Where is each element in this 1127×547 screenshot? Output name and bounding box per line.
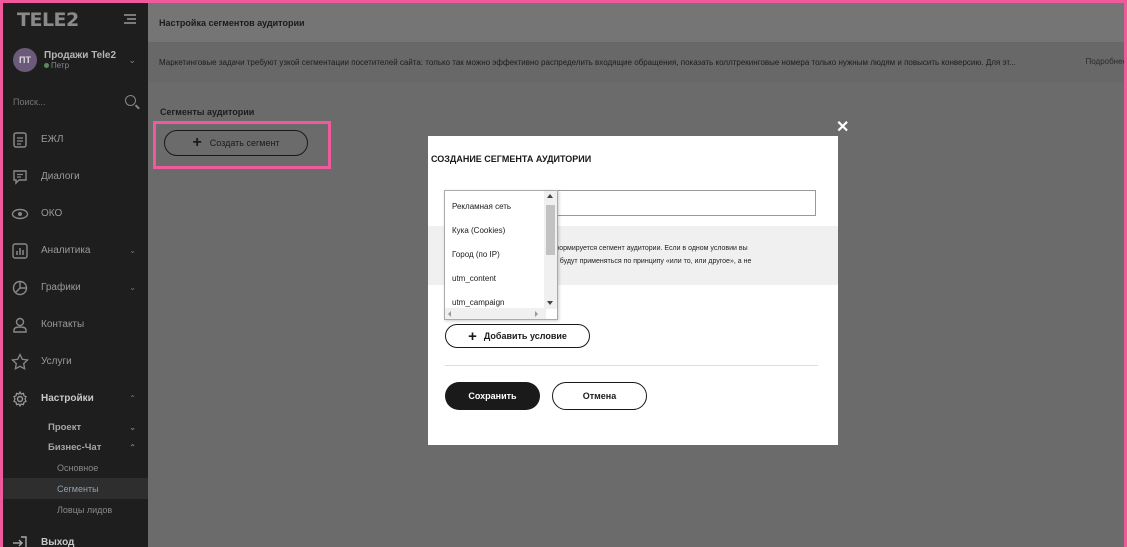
online-dot-icon [44,63,49,68]
chevron-down-icon: ⌄ [128,55,136,65]
sidebar-item-label: Аналитика [41,245,91,256]
logo-row: TELE2 [3,3,148,37]
sidebar-item-label: Выход [41,537,75,547]
scroll-up-icon[interactable] [547,194,553,198]
search-placeholder: Поиск... [13,97,46,107]
document-icon [11,131,29,149]
scroll-thumb[interactable] [546,205,555,255]
sidebar-item-label: Настройки [41,393,94,404]
plus-icon: + [468,327,477,345]
chevron-up-icon: ⌃ [129,394,136,403]
sidebar-item-analytics[interactable]: Аналитика ⌄ [3,232,148,269]
condition-dropdown[interactable]: Рекламная сеть Кука (Cookies) Город (по … [444,190,558,320]
sidebar-item-services[interactable]: Услуги [3,343,148,380]
dropdown-option[interactable]: utm_content [445,266,545,290]
avatar: ПТ [13,48,37,72]
chevron-down-icon: ⌄ [129,246,136,255]
account-switcher[interactable]: ПТ Продажи Tele2 Петр ⌄ [3,37,148,83]
sidebar-item-dialogs[interactable]: Диалоги [3,158,148,195]
sidebar-item-ezhl[interactable]: ЕЖЛ [3,121,148,158]
info-banner: Маркетинговые задачи требуют узкой сегме… [148,43,1127,82]
person-icon [11,316,29,334]
account-name: Продажи Tele2 [44,50,117,61]
scroll-down-icon[interactable] [547,301,553,305]
menu-icon[interactable] [124,14,136,24]
sidebar-item-label: ОКО [41,208,63,219]
save-button[interactable]: Сохранить [445,382,540,410]
section-title: Сегменты аудитории [160,107,255,117]
vertical-scrollbar[interactable] [544,191,557,309]
dropdown-option[interactable]: Кука (Cookies) [445,218,545,242]
sidebar-item-segments[interactable]: Сегменты [3,478,148,499]
gear-icon [11,390,29,408]
logout-icon [11,534,29,547]
plus-icon: + [192,134,202,151]
bar-chart-icon [11,242,29,260]
chevron-down-icon: ⌄ [129,422,136,432]
chevron-up-icon: ⌃ [129,442,136,452]
divider [445,365,818,366]
sidebar-item-settings[interactable]: Настройки ⌃ [3,380,148,417]
sidebar-item-contacts[interactable]: Контакты [3,306,148,343]
info-panel-text: сформируется сегмент аудитории. Если в о… [550,245,752,265]
sidebar-item-lead-catchers[interactable]: Ловцы лидов [3,499,148,520]
chat-icon [11,168,29,186]
pie-chart-icon [11,279,29,297]
sidebar: TELE2 ПТ Продажи Tele2 Петр ⌄ Поиск... Е… [3,3,148,547]
sidebar-item-label: Контакты [41,319,85,330]
add-condition-button[interactable]: + Добавить условие [445,324,590,348]
horizontal-scrollbar[interactable] [445,308,546,319]
sidebar-item-label: ЕЖЛ [41,134,64,145]
close-icon[interactable]: ✕ [836,117,849,137]
scroll-left-icon[interactable] [448,311,451,317]
chevron-down-icon: ⌄ [129,283,136,292]
sidebar-item-label: Графики [41,282,81,293]
sidebar-item-main[interactable]: Основное [3,457,148,478]
logo: TELE2 [17,9,79,31]
search-icon[interactable] [125,95,136,106]
search-input[interactable]: Поиск... [3,83,148,121]
sidebar-item-business-chat[interactable]: Бизнес-Чат ⌃ [3,437,148,457]
account-user: Петр [44,61,116,70]
more-link[interactable]: Подробнее [1086,57,1127,66]
sidebar-item-project[interactable]: Проект ⌄ [3,417,148,437]
create-segment-button[interactable]: + Создать сегмент [164,130,308,156]
sidebar-item-label: Диалоги [41,171,80,182]
dropdown-option[interactable]: Город (по IP) [445,242,545,266]
sidebar-item-label: Услуги [41,356,72,367]
cancel-button[interactable]: Отмена [552,382,647,410]
page-title: Настройка сегментов аудитории [148,3,1127,43]
modal-title: СОЗДАНИЕ СЕГМЕНТА АУДИТОРИИ [431,154,592,164]
sidebar-item-charts[interactable]: Графики ⌄ [3,269,148,306]
dropdown-option[interactable]: Рекламная сеть [445,194,545,218]
scroll-right-icon[interactable] [535,311,538,317]
eye-icon [11,205,29,223]
sidebar-item-oko[interactable]: ОКО [3,195,148,232]
info-text: Маркетинговые задачи требуют узкой сегме… [159,58,1016,67]
star-icon [11,352,29,371]
sidebar-item-logout[interactable]: Выход [3,524,148,547]
